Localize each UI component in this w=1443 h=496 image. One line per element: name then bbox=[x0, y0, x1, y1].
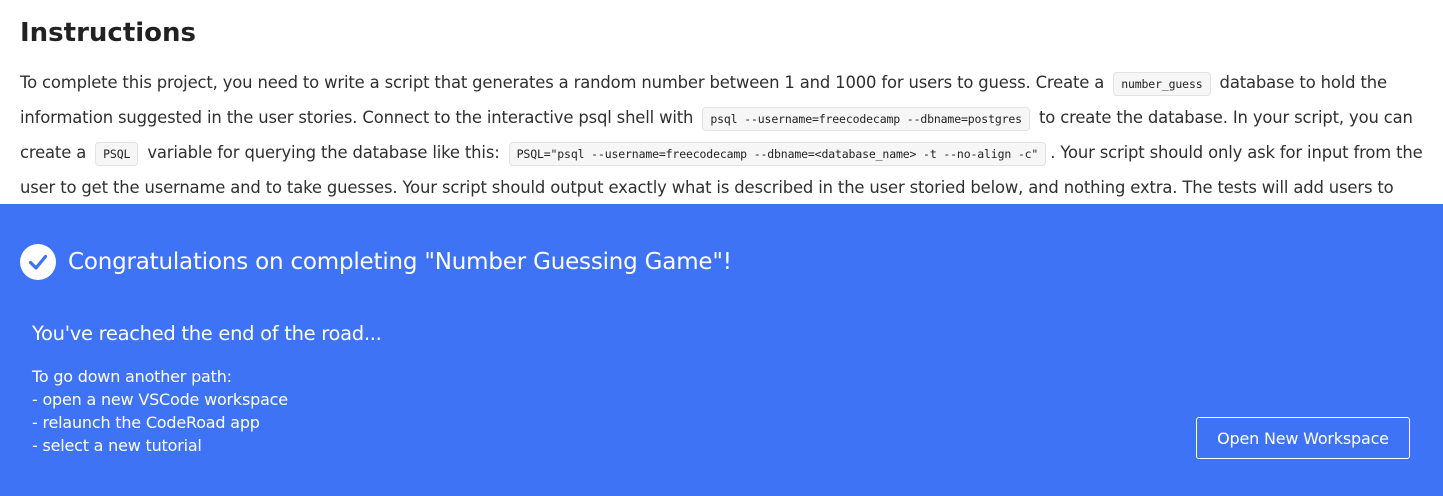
inline-code: number_guess bbox=[1113, 72, 1211, 96]
next-step-item: - open a new VSCode workspace bbox=[32, 390, 288, 409]
completion-subtitle: You've reached the end of the road... bbox=[32, 322, 382, 345]
next-step-item: - select a new tutorial bbox=[32, 436, 202, 455]
instructions-heading: Instructions bbox=[20, 18, 197, 48]
completion-title: Congratulations on completing "Number Gu… bbox=[68, 249, 732, 275]
completion-title-row: Congratulations on completing "Number Gu… bbox=[20, 244, 732, 280]
next-step-item: - relaunch the CodeRoad app bbox=[32, 413, 260, 432]
inline-code: psql --username=freecodecamp --dbname=po… bbox=[702, 107, 1030, 131]
instructions-text: variable for querying the database like … bbox=[142, 143, 505, 162]
instructions-text: To complete this project, you need to wr… bbox=[20, 73, 1110, 92]
instructions-paragraph: To complete this project, you need to wr… bbox=[20, 66, 1430, 210]
instructions-panel: Instructions To complete this project, y… bbox=[0, 0, 1443, 210]
open-new-workspace-button[interactable]: Open New Workspace bbox=[1196, 417, 1410, 459]
check-circle-icon bbox=[20, 244, 56, 280]
next-steps-intro: To go down another path: bbox=[32, 367, 232, 386]
completion-banner: Congratulations on completing "Number Gu… bbox=[0, 204, 1443, 496]
next-steps-list: To go down another path: - open a new VS… bbox=[32, 365, 288, 457]
inline-code: PSQL bbox=[95, 142, 139, 166]
inline-code: PSQL="psql --username=freecodecamp --dbn… bbox=[508, 142, 1047, 166]
